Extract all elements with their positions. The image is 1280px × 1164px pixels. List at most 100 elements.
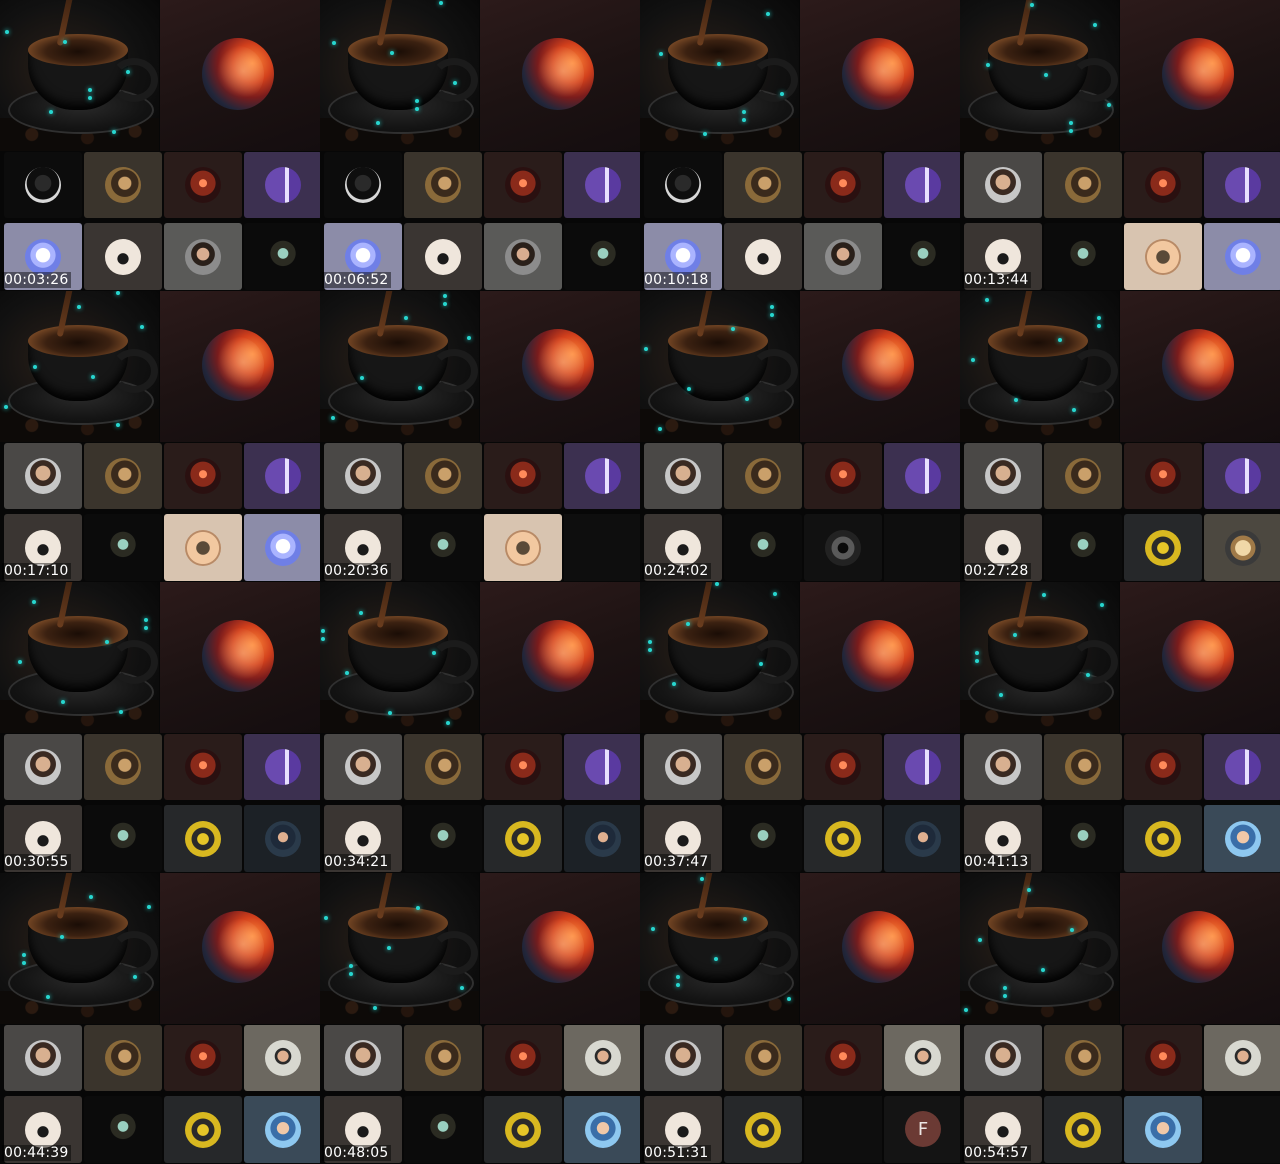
participant-tile[interactable] bbox=[1124, 443, 1202, 509]
participant-tile[interactable] bbox=[884, 443, 960, 509]
participant-tile[interactable] bbox=[324, 1025, 402, 1091]
participant-tile[interactable] bbox=[804, 152, 882, 218]
participant-tile[interactable] bbox=[964, 443, 1042, 509]
coffee-cup-tile[interactable] bbox=[960, 873, 1119, 1024]
participant-tile[interactable] bbox=[804, 1025, 882, 1091]
participant-tile[interactable] bbox=[484, 1096, 562, 1163]
participant-tile[interactable] bbox=[1044, 805, 1122, 872]
participant-tile[interactable] bbox=[164, 223, 242, 290]
participant-tile[interactable] bbox=[1044, 1096, 1122, 1163]
participant-tile[interactable] bbox=[84, 1025, 162, 1091]
coffee-cup-tile[interactable] bbox=[320, 291, 479, 442]
participant-tile[interactable] bbox=[564, 734, 640, 800]
participant-tile[interactable] bbox=[724, 152, 802, 218]
participant-tile[interactable] bbox=[564, 1025, 640, 1091]
participant-tile[interactable] bbox=[884, 734, 960, 800]
participant-tile[interactable] bbox=[564, 223, 640, 290]
participant-tile[interactable] bbox=[564, 1096, 640, 1163]
active-speaker-tile[interactable] bbox=[800, 582, 960, 733]
participant-tile[interactable] bbox=[1204, 443, 1280, 509]
participant-tile[interactable] bbox=[1044, 223, 1122, 290]
participant-tile[interactable] bbox=[84, 514, 162, 581]
participant-tile[interactable] bbox=[484, 443, 562, 509]
participant-tile[interactable] bbox=[1044, 443, 1122, 509]
active-speaker-tile[interactable] bbox=[1120, 582, 1280, 733]
participant-tile[interactable] bbox=[244, 734, 320, 800]
participant-tile[interactable] bbox=[484, 1025, 562, 1091]
participant-tile[interactable] bbox=[1044, 152, 1122, 218]
participant-tile[interactable] bbox=[884, 1025, 960, 1091]
participant-tile[interactable] bbox=[644, 1025, 722, 1091]
participant-tile[interactable] bbox=[1204, 152, 1280, 218]
participant-tile[interactable] bbox=[724, 1096, 802, 1163]
coffee-cup-tile[interactable] bbox=[320, 873, 479, 1024]
participant-tile[interactable] bbox=[564, 152, 640, 218]
active-speaker-tile[interactable] bbox=[480, 873, 640, 1024]
participant-tile[interactable] bbox=[404, 734, 482, 800]
participant-tile[interactable] bbox=[4, 734, 82, 800]
participant-tile[interactable] bbox=[1124, 223, 1202, 290]
participant-tile[interactable] bbox=[884, 805, 960, 872]
participant-tile[interactable] bbox=[1204, 734, 1280, 800]
participant-tile[interactable] bbox=[244, 1025, 320, 1091]
participant-tile[interactable] bbox=[724, 805, 802, 872]
participant-tile[interactable] bbox=[244, 152, 320, 218]
participant-tile[interactable] bbox=[244, 223, 320, 290]
participant-tile[interactable] bbox=[964, 1025, 1042, 1091]
participant-tile[interactable] bbox=[724, 734, 802, 800]
participant-tile[interactable] bbox=[884, 152, 960, 218]
participant-tile[interactable] bbox=[404, 1096, 482, 1163]
participant-tile[interactable] bbox=[1044, 514, 1122, 581]
participant-tile[interactable] bbox=[1204, 514, 1280, 581]
participant-tile[interactable] bbox=[164, 805, 242, 872]
participant-tile[interactable] bbox=[244, 514, 320, 581]
active-speaker-tile[interactable] bbox=[800, 0, 960, 151]
participant-tile[interactable] bbox=[644, 152, 722, 218]
participant-tile[interactable] bbox=[4, 443, 82, 509]
participant-tile[interactable] bbox=[4, 152, 82, 218]
participant-tile[interactable] bbox=[164, 1025, 242, 1091]
participant-tile[interactable] bbox=[84, 443, 162, 509]
participant-tile[interactable] bbox=[164, 734, 242, 800]
participant-tile[interactable] bbox=[804, 514, 882, 581]
coffee-cup-tile[interactable] bbox=[640, 873, 799, 1024]
coffee-cup-tile[interactable] bbox=[640, 0, 799, 151]
participant-tile[interactable] bbox=[84, 152, 162, 218]
coffee-cup-tile[interactable] bbox=[320, 0, 479, 151]
participant-tile[interactable] bbox=[484, 223, 562, 290]
participant-tile[interactable] bbox=[564, 443, 640, 509]
coffee-cup-tile[interactable] bbox=[0, 0, 159, 151]
participant-tile[interactable] bbox=[404, 223, 482, 290]
participant-tile[interactable] bbox=[404, 514, 482, 581]
participant-tile[interactable] bbox=[964, 734, 1042, 800]
participant-tile[interactable] bbox=[1044, 734, 1122, 800]
participant-tile[interactable] bbox=[484, 514, 562, 581]
active-speaker-tile[interactable] bbox=[160, 582, 320, 733]
active-speaker-tile[interactable] bbox=[1120, 291, 1280, 442]
coffee-cup-tile[interactable] bbox=[320, 582, 479, 733]
participant-tile[interactable]: F bbox=[884, 1096, 960, 1163]
participant-tile[interactable] bbox=[804, 443, 882, 509]
participant-tile[interactable] bbox=[804, 805, 882, 872]
active-speaker-tile[interactable] bbox=[480, 582, 640, 733]
participant-tile[interactable] bbox=[804, 223, 882, 290]
participant-tile[interactable] bbox=[964, 152, 1042, 218]
participant-tile[interactable] bbox=[404, 152, 482, 218]
coffee-cup-tile[interactable] bbox=[960, 0, 1119, 151]
participant-tile[interactable] bbox=[484, 152, 562, 218]
participant-tile[interactable] bbox=[164, 152, 242, 218]
participant-tile[interactable] bbox=[324, 152, 402, 218]
active-speaker-tile[interactable] bbox=[160, 291, 320, 442]
participant-tile[interactable] bbox=[244, 443, 320, 509]
participant-tile[interactable] bbox=[724, 514, 802, 581]
active-speaker-tile[interactable] bbox=[160, 0, 320, 151]
participant-tile[interactable] bbox=[164, 514, 242, 581]
participant-tile[interactable] bbox=[1124, 514, 1202, 581]
participant-tile[interactable] bbox=[724, 443, 802, 509]
participant-tile[interactable] bbox=[884, 223, 960, 290]
participant-tile[interactable] bbox=[484, 805, 562, 872]
participant-tile[interactable] bbox=[804, 734, 882, 800]
participant-tile[interactable] bbox=[404, 805, 482, 872]
active-speaker-tile[interactable] bbox=[160, 873, 320, 1024]
participant-tile[interactable] bbox=[1204, 223, 1280, 290]
